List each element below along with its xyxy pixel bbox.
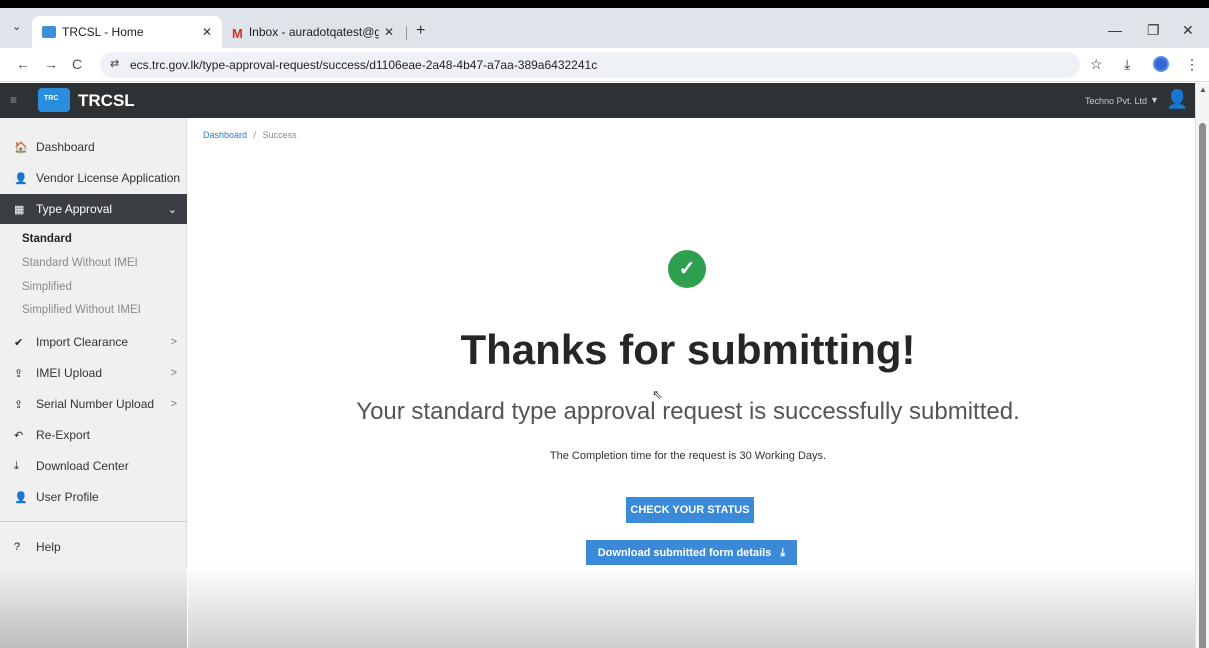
gmail-favicon-icon: M: [232, 26, 243, 41]
scroll-up-arrow-icon[interactable]: ▲: [1199, 85, 1207, 94]
browser-tab-bar: ⌄ TRCSL - Home ✕ M Inbox - auradotqatest…: [0, 8, 1209, 48]
app-header: ≡ TRC TRCSL Techno Pvt. Ltd ▼ 👤: [0, 83, 1209, 118]
download-icon: ⤓: [780, 547, 786, 559]
completion-time-text: The Completion time for the request is 3…: [549, 450, 827, 462]
check-status-label: CHECK YOUR STATUS: [630, 504, 750, 516]
download-icon: ⤓: [14, 459, 19, 472]
tab-close-icon[interactable]: ✕: [384, 25, 394, 39]
check-status-button[interactable]: CHECK YOUR STATUS: [626, 497, 754, 523]
browser-address-bar: ← → C ⇄ ecs.trc.gov.lk/type-approval-req…: [0, 48, 1209, 82]
url-input[interactable]: ⇄ ecs.trc.gov.lk/type-approval-request/s…: [100, 52, 1080, 78]
sidebar-item-label: Serial Number Upload: [36, 397, 155, 411]
page-title: Thanks for submitting!: [460, 326, 916, 373]
new-tab-button[interactable]: +: [416, 22, 425, 40]
trcsl-favicon-icon: [42, 26, 56, 38]
submenu-item-simplified[interactable]: Simplified: [22, 281, 72, 293]
chevron-right-icon: >: [170, 367, 177, 379]
help-icon: ?: [14, 541, 21, 553]
upload-icon: ⇪: [14, 367, 24, 380]
tab-trcsl-home[interactable]: TRCSL - Home ✕: [32, 16, 222, 48]
reload-button[interactable]: C: [72, 56, 82, 72]
reply-icon: ↶: [14, 429, 24, 442]
mouse-cursor-icon: ⇖: [652, 387, 663, 402]
upload-icon: ⇪: [14, 398, 24, 411]
window-close-button[interactable]: ✕: [1182, 22, 1194, 39]
company-name[interactable]: Techno Pvt. Ltd: [1085, 96, 1147, 106]
sidebar-item-dashboard[interactable]: 🏠 Dashboard: [0, 132, 187, 162]
sidebar-item-help[interactable]: ? Help: [0, 532, 187, 562]
breadcrumb-dashboard-link[interactable]: Dashboard: [203, 130, 247, 140]
sidebar-fade: [0, 568, 187, 648]
hamburger-menu-icon[interactable]: ≡: [10, 93, 17, 107]
download-form-button[interactable]: Download submitted form details ⤓: [586, 540, 797, 566]
sidebar-item-label: Re-Export: [36, 428, 91, 442]
sidebar-item-label: Type Approval: [36, 202, 113, 216]
chevron-down-icon: ⌄: [167, 203, 177, 216]
user-icon[interactable]: 👤: [1166, 89, 1188, 110]
minimize-button[interactable]: —: [1108, 22, 1122, 38]
browser-profile-avatar[interactable]: [1153, 56, 1169, 72]
sidebar-item-vendor-license[interactable]: 👤 Vendor License Application: [0, 163, 187, 193]
downloads-icon[interactable]: ⤓: [1124, 56, 1130, 73]
tab-title: TRCSL - Home: [62, 25, 144, 39]
bookmark-star-icon[interactable]: ☆: [1090, 56, 1103, 73]
sidebar-divider: [0, 521, 187, 522]
sidebar-item-label: Help: [36, 540, 61, 554]
sidebar-item-re-export[interactable]: ↶ Re-Export: [0, 420, 187, 450]
brand-title: TRCSL: [78, 91, 135, 110]
screen-top-border: [0, 0, 1209, 8]
restore-button[interactable]: ❐: [1147, 22, 1160, 39]
tab-close-icon[interactable]: ✕: [202, 25, 212, 39]
sidebar-item-label: Download Center: [36, 459, 129, 473]
success-check-icon: ✓: [668, 250, 706, 288]
sidebar-item-type-approval[interactable]: ▦ Type Approval ⌄: [0, 194, 187, 224]
breadcrumb-separator: /: [253, 130, 257, 140]
breadcrumb: Dashboard / Success: [203, 130, 297, 140]
trcsl-logo: TRC: [38, 88, 70, 112]
content-fade: [188, 565, 1195, 648]
sidebar-item-label: Dashboard: [36, 140, 95, 154]
submenu-item-simplified-without-imei[interactable]: Simplified Without IMEI: [22, 304, 141, 316]
sidebar-item-import-clearance[interactable]: ✔ Import Clearance >: [0, 327, 187, 357]
sidebar-item-serial-number-upload[interactable]: ⇪ Serial Number Upload >: [0, 389, 187, 419]
breadcrumb-current: Success: [262, 130, 297, 140]
tab-search-button[interactable]: ⌄: [12, 20, 21, 33]
tab-gmail-inbox[interactable]: M Inbox - auradotqatest@gmail.c ✕: [224, 16, 404, 48]
page-scrollbar[interactable]: ▲: [1195, 83, 1209, 648]
check-circle-icon: ✔: [14, 336, 24, 349]
sidebar-item-user-profile[interactable]: 👤 User Profile: [0, 482, 187, 512]
back-button[interactable]: ←: [16, 56, 30, 72]
sidebar-item-label: Import Clearance: [36, 335, 129, 349]
submenu-item-standard[interactable]: Standard: [22, 233, 72, 245]
tab-title: Inbox - auradotqatest@gmail.c: [248, 25, 379, 39]
sidebar-item-label: Vendor License Application: [36, 171, 181, 185]
browser-menu-icon[interactable]: ⋮: [1185, 56, 1199, 73]
site-info-icon[interactable]: ⇄: [110, 57, 119, 70]
download-form-label: Download submitted form details: [597, 547, 772, 559]
success-message: Your standard type approval request is s…: [356, 398, 1020, 425]
table-icon: ▦: [14, 203, 25, 216]
submenu-item-standard-without-imei[interactable]: Standard Without IMEI: [22, 257, 138, 269]
url-text: ecs.trc.gov.lk/type-approval-request/suc…: [130, 58, 598, 72]
sidebar-item-label: IMEI Upload: [36, 366, 103, 380]
sidebar: 🏠 Dashboard 👤 Vendor License Application…: [0, 118, 187, 648]
scrollbar-thumb[interactable]: [1199, 123, 1206, 648]
user-icon: 👤: [14, 172, 28, 185]
sidebar-item-imei-upload[interactable]: ⇪ IMEI Upload >: [0, 358, 187, 388]
user-icon: 👤: [14, 491, 28, 504]
sidebar-item-download-center[interactable]: ⤓ Download Center: [0, 451, 187, 481]
chevron-right-icon: >: [170, 398, 177, 410]
caret-down-icon[interactable]: ▼: [1150, 95, 1159, 105]
chevron-right-icon: >: [170, 336, 177, 348]
logo-text: TRC: [44, 95, 59, 102]
tab-separator: [406, 26, 407, 40]
home-icon: 🏠: [14, 141, 28, 154]
sidebar-item-label: User Profile: [36, 490, 99, 504]
forward-button[interactable]: →: [44, 56, 58, 72]
